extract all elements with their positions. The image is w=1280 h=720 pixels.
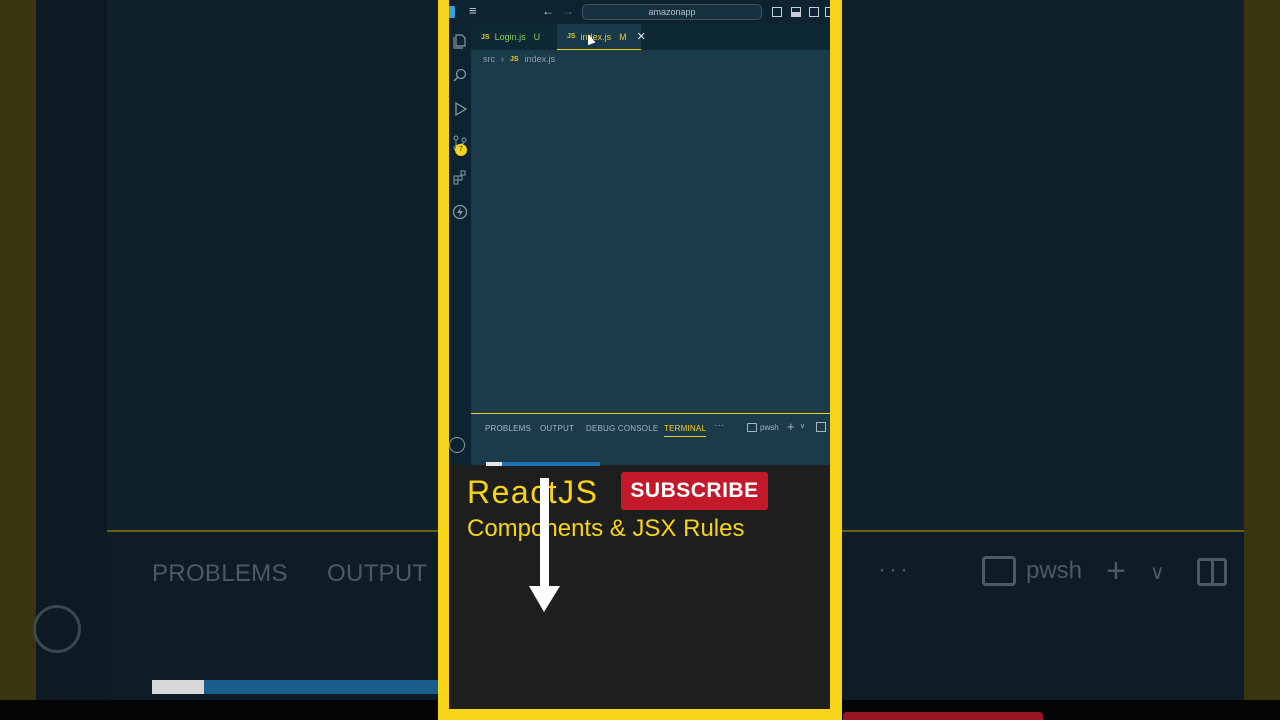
tab-status-mark: U	[533, 32, 541, 42]
forward-arrow-icon[interactable]: →	[562, 4, 574, 18]
bottom-panel: PROBLEMS OUTPUT DEBUG CONSOLE TERMINAL ·…	[471, 413, 830, 466]
tab-login-js[interactable]: JS Login.js U	[481, 24, 561, 50]
editor-tabs: JS Login.js U JS index.js M ✕	[471, 24, 830, 50]
background-more-icon: ···	[878, 556, 911, 583]
background-terminal-selector: pwsh	[982, 556, 1082, 586]
terminal-selector[interactable]: pwsh	[747, 423, 779, 432]
more-actions-icon[interactable]: ···	[714, 420, 724, 431]
account-icon[interactable]	[449, 437, 465, 453]
menu-icon[interactable]: ≡	[469, 4, 477, 17]
js-file-icon: JS	[510, 55, 519, 63]
background-red-shape	[843, 712, 1043, 720]
close-icon[interactable]: ✕	[637, 30, 646, 43]
video-content: ≡ ← → amazonapp 7 JS Login.js U JS index…	[449, 0, 830, 709]
tab-index-js[interactable]: JS index.js M ✕	[557, 24, 646, 50]
toggle-sidebar-icon[interactable]	[772, 7, 782, 17]
vscode-logo-icon	[449, 6, 455, 18]
background-tab-problems: PROBLEMS	[152, 560, 288, 587]
chevron-down-icon[interactable]: ∨	[800, 422, 805, 430]
command-center-search[interactable]: amazonapp	[582, 4, 762, 20]
arrow-down-head	[529, 586, 560, 612]
terminal-icon	[747, 423, 757, 432]
tab-label: Login.js	[494, 32, 526, 42]
breadcrumb: src › JS index.js	[471, 50, 830, 68]
new-terminal-icon[interactable]: +	[787, 419, 795, 434]
source-control-badge: 7	[455, 144, 467, 156]
activity-bar: 7	[449, 24, 471, 465]
back-arrow-icon[interactable]: ←	[542, 4, 554, 18]
customize-layout-icon[interactable]	[825, 7, 830, 17]
background-edge-right	[1244, 0, 1280, 720]
split-terminal-icon[interactable]	[816, 422, 826, 432]
lightning-icon[interactable]	[452, 204, 468, 220]
breadcrumb-file[interactable]: index.js	[525, 54, 556, 64]
panel-tab-terminal[interactable]: TERMINAL	[664, 424, 707, 437]
terminal-name: pwsh	[760, 423, 779, 432]
terminal-progress-bar	[486, 462, 600, 466]
run-debug-icon[interactable]	[452, 101, 468, 117]
breadcrumb-folder[interactable]: src	[483, 54, 495, 64]
subscribe-button[interactable]: SUBSCRIBE	[621, 472, 768, 510]
background-terminal-icon	[982, 556, 1016, 586]
panel-tab-debug-console[interactable]: DEBUG CONSOLE	[586, 424, 658, 433]
extensions-icon[interactable]	[452, 170, 468, 186]
video-subtitle: Components & JSX Rules	[467, 515, 745, 542]
title-bar: ≡ ← → amazonapp	[449, 0, 830, 24]
code-editor[interactable]	[471, 68, 830, 413]
tab-status-mark: M	[619, 31, 627, 42]
background-progress-bar	[152, 680, 438, 694]
background-split-icon	[1197, 558, 1227, 586]
js-file-icon: JS	[481, 33, 490, 41]
panel-tab-output[interactable]: OUTPUT	[540, 424, 574, 433]
toggle-panel-icon[interactable]	[791, 7, 801, 17]
panel-tab-problems[interactable]: PROBLEMS	[485, 424, 531, 433]
background-edge-left	[0, 0, 36, 720]
background-chevron-down-icon: ∨	[1150, 562, 1165, 584]
background-plus-icon: +	[1106, 552, 1126, 590]
background-tab-output: OUTPUT	[327, 560, 428, 587]
background-account-icon	[33, 605, 81, 653]
background-terminal-name: pwsh	[1026, 557, 1083, 584]
arrow-down-icon	[540, 478, 549, 590]
search-icon[interactable]	[452, 67, 468, 83]
toggle-secondary-sidebar-icon[interactable]	[809, 7, 819, 17]
js-file-icon: JS	[567, 33, 576, 40]
video-title: ReactJS	[467, 474, 599, 510]
chevron-right-icon: ›	[501, 54, 504, 64]
explorer-icon[interactable]	[452, 33, 468, 49]
